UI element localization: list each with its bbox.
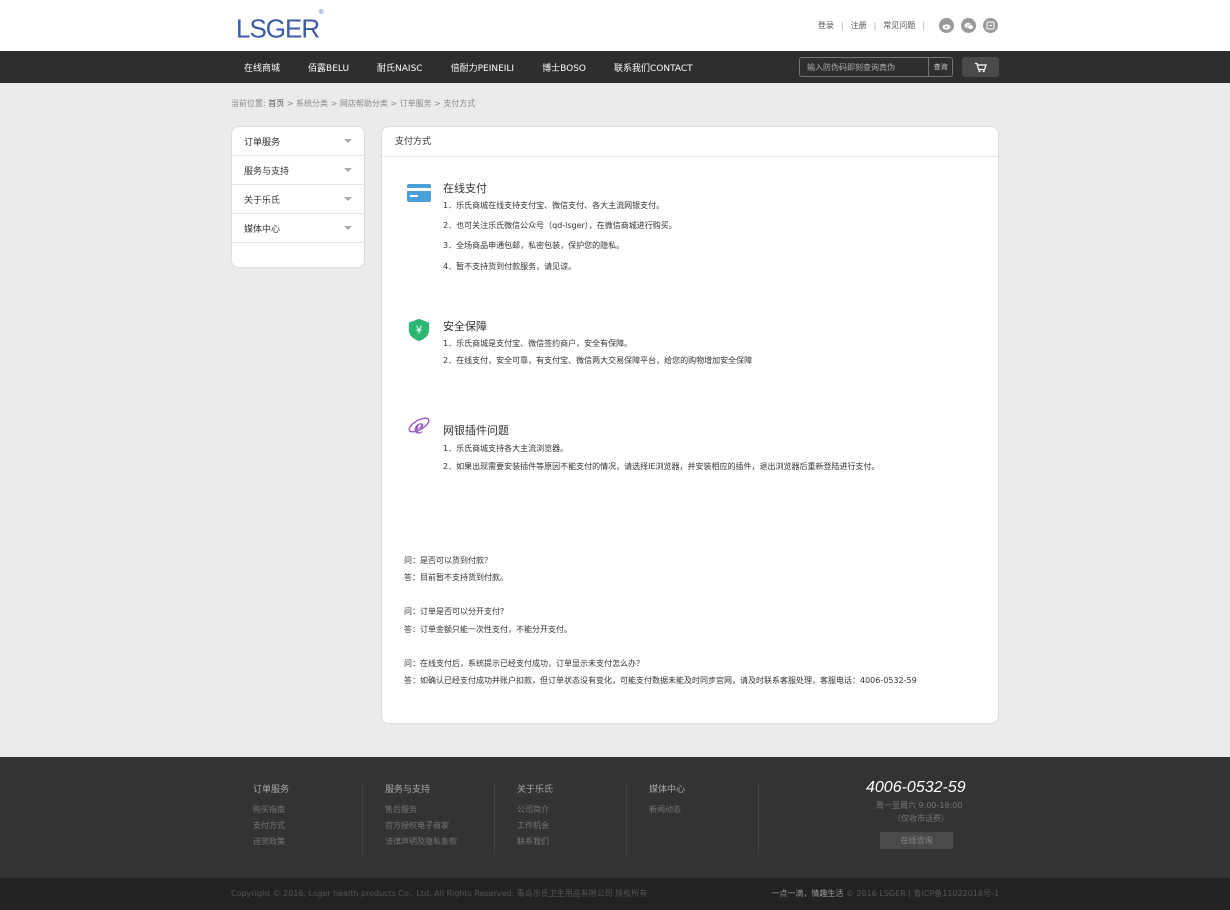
footer-col-support: 服务与支持 售后服务 官方授权电子商家 法律声明及隐私条款	[385, 785, 457, 847]
faq-answer: 答：如确认已经支付成功并账户扣款，但订单状态没有变化，可能支付数据未能及时同步官…	[404, 676, 917, 685]
online-line: 4．暂不支持货到付款服务，请见谅。	[443, 262, 577, 271]
login-link[interactable]: 登录	[818, 20, 834, 31]
chevron-down-icon	[344, 226, 352, 230]
wechat-icon[interactable]	[961, 18, 976, 33]
chevron-down-icon	[344, 197, 352, 201]
card-icon	[407, 184, 431, 202]
sidebar-item-about[interactable]: 关于乐氏	[232, 185, 364, 214]
footer-link[interactable]: 购买指南	[253, 804, 289, 815]
anti-fake-search: 查询	[799, 57, 953, 77]
faq-question: 问：订单是否可以分开支付？	[404, 607, 508, 616]
footer-col-about: 关于乐氏 公司简介 工作机会 联系我们	[517, 785, 554, 847]
service-hours: 周一至周六 9:00-18:00	[876, 801, 963, 810]
footer-link[interactable]: 售后服务	[385, 804, 457, 815]
plugin-title: 网银插件问题	[443, 424, 509, 437]
online-consult-button[interactable]: 在线咨询	[880, 832, 953, 849]
page-title: 支付方式	[382, 127, 998, 157]
ie-browser-icon: e	[408, 413, 430, 437]
nav-item-boso[interactable]: 博士BOSO	[542, 61, 586, 74]
plugin-line: 1．乐氏商城支持各大主流浏览器。	[443, 444, 569, 453]
footer-link[interactable]: 联系我们	[517, 836, 553, 847]
footer-link[interactable]: 官方授权电子商家	[385, 820, 457, 831]
breadcrumb-home[interactable]: 首页	[268, 99, 284, 108]
security-title: 安全保障	[443, 320, 487, 333]
search-input[interactable]	[800, 58, 929, 76]
faq-link[interactable]: 常见问题	[883, 20, 915, 31]
weibo-icon[interactable]	[939, 18, 954, 33]
icp-text: 一点一滴，情趣生活 © 2016 LSGER | 鲁ICP备11022018号-…	[771, 889, 999, 898]
copyright-bar: Copyright © 2016, Lsger health products …	[0, 878, 1230, 910]
faq-answer: 答：目前暂不支持货到付款。	[404, 573, 508, 582]
copyright-text: Copyright © 2016, Lsger health products …	[231, 889, 648, 898]
breadcrumb-order[interactable]: 订单服务	[400, 99, 432, 108]
online-line: 1．乐氏商城在线支持支付宝、微信支付、各大主流网银支付。	[443, 201, 665, 210]
sidebar: 订单服务 服务与支持 关于乐氏 媒体中心	[231, 126, 365, 268]
online-payment-title: 在线支付	[443, 182, 487, 195]
logo[interactable]: LSGER®	[236, 10, 324, 42]
taobao-icon[interactable]	[983, 18, 998, 33]
footer: 订单服务 购买指南 支付方式 送货政策 服务与支持 售后服务 官方授权电子商家 …	[0, 757, 1230, 878]
cart-button[interactable]	[962, 57, 999, 77]
faq-answer: 答：订单金额只能一次性支付，不能分开支付。	[404, 625, 572, 634]
nav-item-mall[interactable]: 在线商城	[244, 61, 280, 74]
plugin-line: 2．如果出现需要安装插件等原因不能支付的情况，请选择IE浏览器，并安装相应的插件…	[443, 462, 880, 471]
sidebar-item-order[interactable]: 订单服务	[232, 127, 364, 156]
breadcrumb-help[interactable]: 网店帮助分类	[340, 99, 388, 108]
footer-link[interactable]: 工作机会	[517, 820, 553, 831]
search-button[interactable]: 查询	[928, 58, 952, 76]
nav-item-belu[interactable]: 佰露BELU	[308, 61, 349, 74]
chevron-down-icon	[344, 168, 352, 172]
chevron-down-icon	[344, 139, 352, 143]
online-line: 3．全场商品申通包邮，私密包装，保护您的隐私。	[443, 241, 625, 250]
cart-icon	[975, 62, 987, 72]
footer-link[interactable]: 法律声明及隐私条款	[385, 836, 457, 847]
breadcrumb-current: 支付方式	[443, 99, 476, 108]
svg-text:¥: ¥	[416, 326, 423, 337]
register-link[interactable]: 注册	[851, 20, 867, 31]
service-hours-note: （仅收市话费）	[893, 814, 949, 823]
nav-item-peineili[interactable]: 倍耐力PEINEILI	[451, 61, 515, 74]
nav-item-naisc[interactable]: 耐氏NAISC	[377, 61, 423, 74]
top-header: LSGER® 登录 | 注册 | 常见问题 |	[0, 0, 1230, 51]
footer-link[interactable]: 送货政策	[253, 836, 289, 847]
main-nav: 在线商城 佰露BELU 耐氏NAISC 倍耐力PEINEILI 博士BOSO 联…	[0, 51, 1230, 83]
footer-col-order: 订单服务 购买指南 支付方式 送货政策	[253, 785, 290, 847]
nav-item-contact[interactable]: 联系我们CONTACT	[614, 61, 693, 74]
main-content: 支付方式 在线支付 1．乐氏商城在线支持支付宝、微信支付、各大主流网银支付。 2…	[381, 126, 999, 724]
online-line: 2．也可关注乐氏微信公众号（qd-lsger），在微信商城进行购买。	[443, 221, 677, 230]
faq-question: 问：在线支付后，系统提示已经支付成功，订单显示未支付怎么办？	[404, 659, 644, 668]
footer-link[interactable]: 公司简介	[517, 804, 553, 815]
sidebar-item-support[interactable]: 服务与支持	[232, 156, 364, 185]
svg-text:e: e	[414, 413, 424, 437]
service-phone: 4006-0532-59	[866, 779, 966, 796]
security-line: 1．乐氏商城是支付宝、微信签约商户，安全有保障。	[443, 339, 633, 348]
faq-question: 问：是否可以货到付款？	[404, 556, 492, 565]
security-line: 2．在线支付，安全可靠，有支付宝、微信两大交易保障平台，给您的购物增加安全保障	[443, 356, 753, 365]
footer-col-media: 媒体中心 新闻动态	[649, 785, 686, 815]
top-links: 登录 | 注册 | 常见问题 |	[818, 18, 998, 33]
sidebar-item-media[interactable]: 媒体中心	[232, 214, 364, 243]
breadcrumb: 当前位置: 首页 > 系统分类 > 网店帮助分类 > 订单服务 > 支付方式	[231, 99, 476, 108]
footer-link[interactable]: 新闻动态	[649, 804, 685, 815]
shield-icon: ¥	[408, 318, 430, 342]
footer-link[interactable]: 支付方式	[253, 820, 289, 831]
breadcrumb-category[interactable]: 系统分类	[296, 99, 328, 108]
